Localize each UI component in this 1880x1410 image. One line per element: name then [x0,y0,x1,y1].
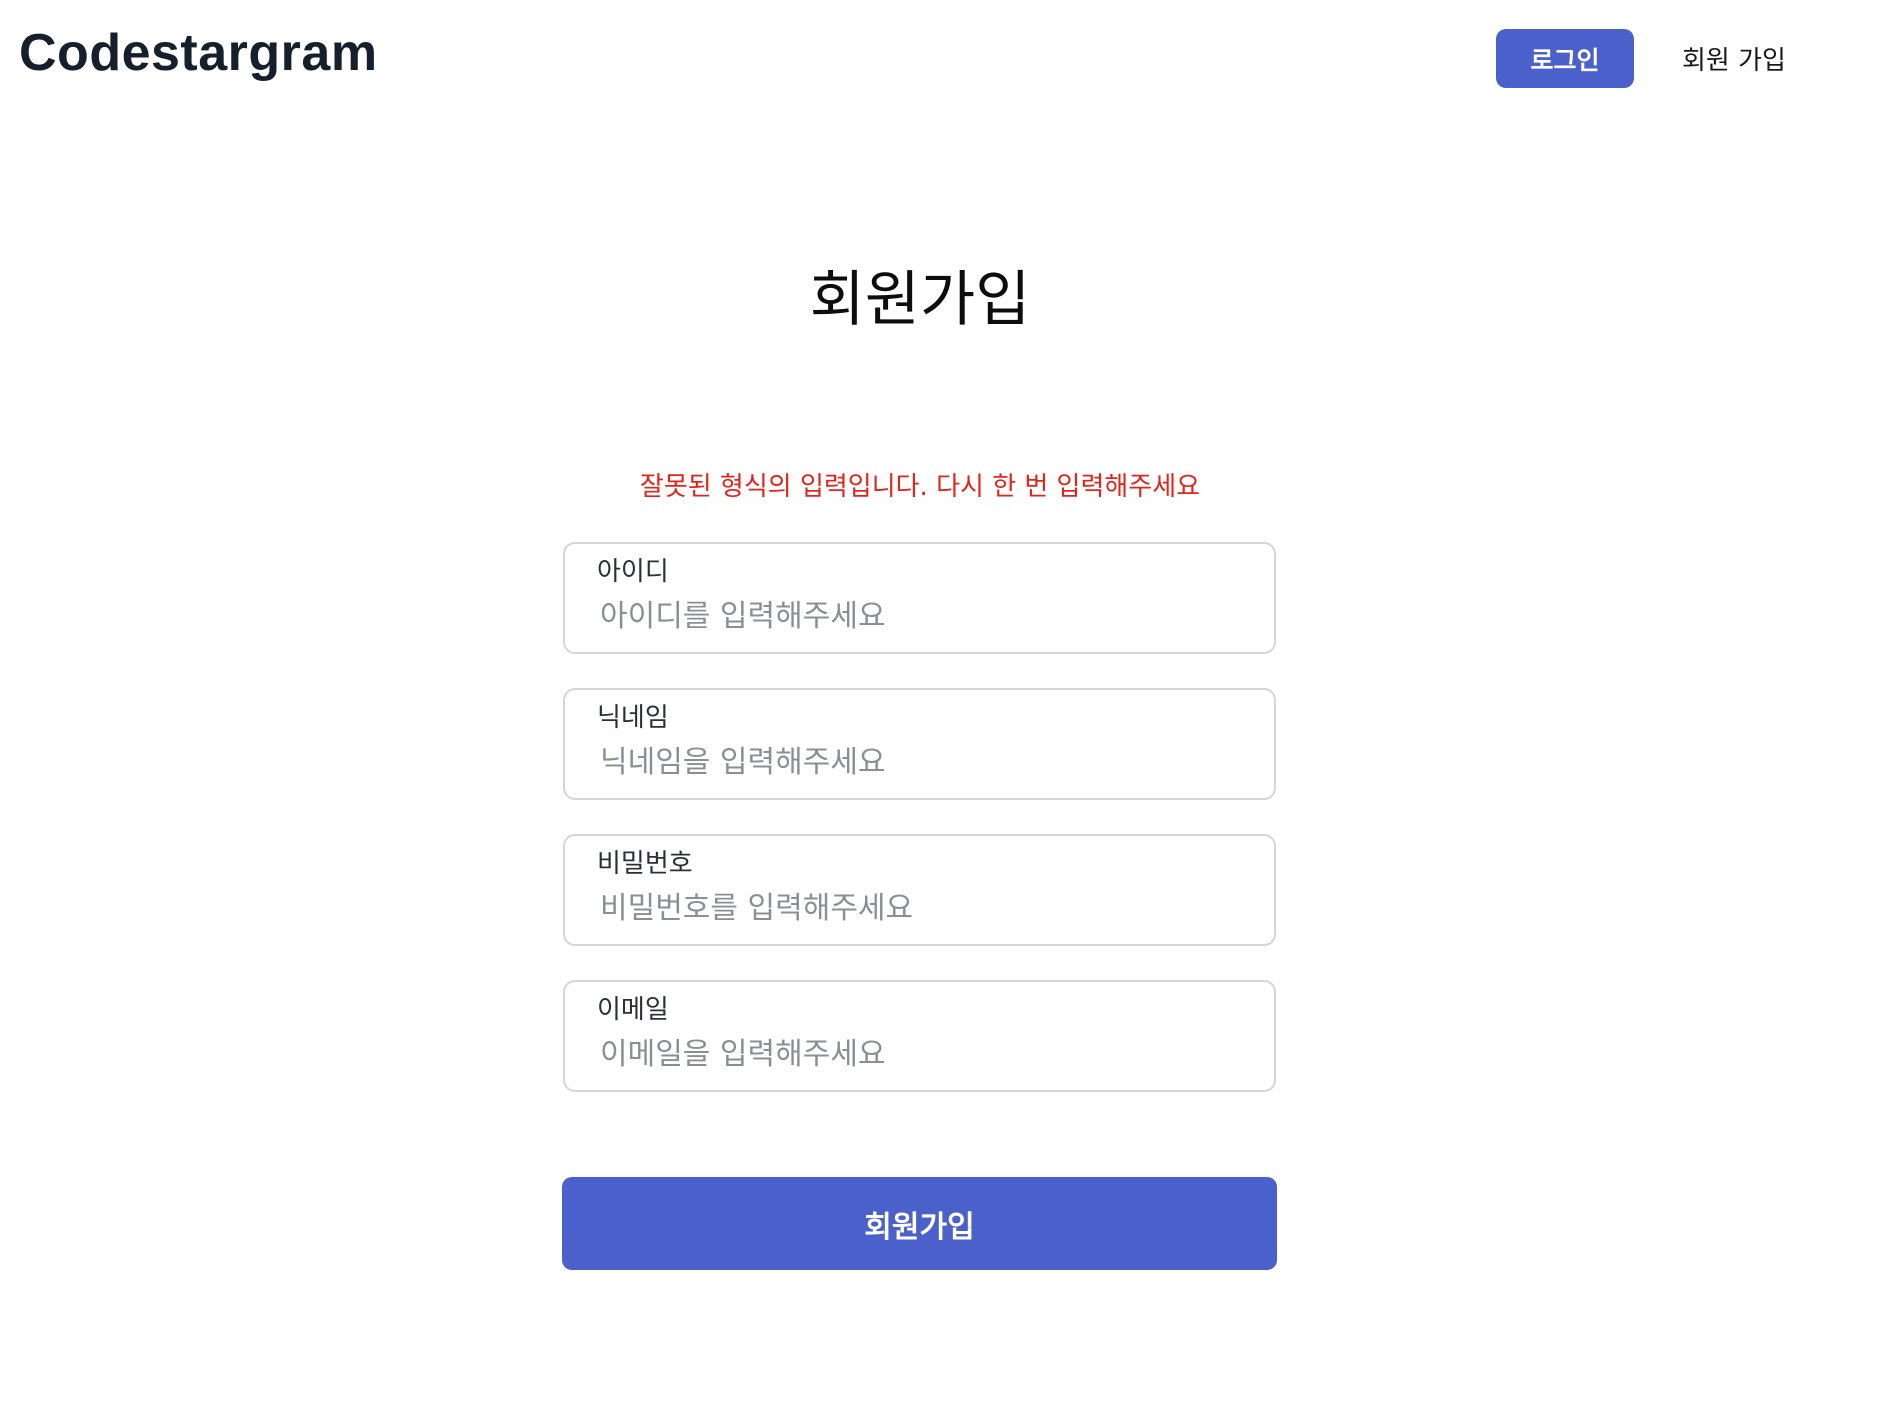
password-input[interactable] [597,888,1240,928]
nav-signup-link[interactable]: 회원 가입 [1682,29,1786,88]
username-field[interactable]: 아이디 [563,542,1276,654]
signup-submit-button[interactable]: 회원가입 [562,1177,1277,1270]
nickname-field[interactable]: 닉네임 [563,688,1276,800]
password-label: 비밀번호 [597,849,693,879]
logo[interactable]: Codestargram [19,22,378,84]
page-title: 회원가입 [809,265,1031,335]
nav-login-button[interactable]: 로그인 [1496,29,1634,88]
password-field[interactable]: 비밀번호 [563,834,1276,946]
email-label: 이메일 [597,995,669,1025]
username-input[interactable] [597,596,1240,636]
username-label: 아이디 [597,557,669,587]
email-input[interactable] [597,1034,1240,1074]
error-message: 잘못된 형식의 입력입니다. 다시 한 번 입력해주세요 [639,472,1201,502]
nickname-label: 닉네임 [597,703,669,733]
nickname-input[interactable] [597,742,1240,782]
email-field[interactable]: 이메일 [563,980,1276,1092]
signup-page: Codestargram 로그인 회원 가입 회원가입 잘못된 형식의 입력입니… [0,0,1880,1410]
